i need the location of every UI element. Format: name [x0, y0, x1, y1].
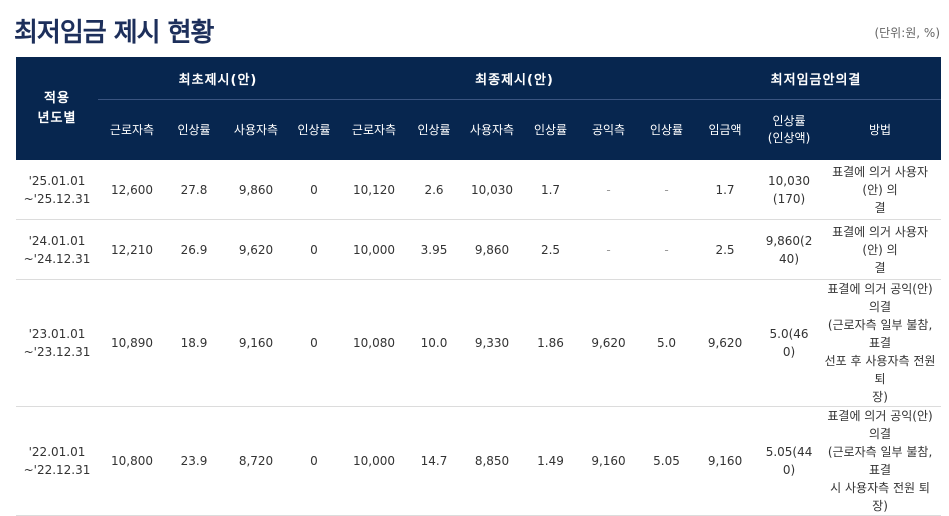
method-cell: 표결에 의거 공익(안) 의결 (근로자측 일부 불참, 표결 시 사용자측 전원 …: [819, 406, 942, 516]
rate-amount-cell: 10,030 (170): [759, 160, 820, 220]
init-employer-cell: 9,620: [222, 219, 290, 280]
rate-amount-cell: 5.0(46 0): [759, 279, 820, 407]
header-final-labor: 근로자측: [338, 99, 410, 160]
init-employer-rate-cell: 0: [290, 219, 338, 280]
wage-cell: 2.5: [691, 219, 760, 280]
header-final-public: 공익측: [575, 99, 642, 160]
final-employer-rate-cell: 1.49: [526, 406, 575, 516]
final-employer-cell: 10,030: [458, 160, 526, 220]
method-cell: 표결에 의거 사용자(안) 의결: [819, 219, 942, 280]
init-employer-cell: 9,160: [222, 279, 290, 407]
header-period: 적용 년도별: [16, 57, 98, 160]
final-labor-cell: 10,120: [338, 160, 410, 220]
method-cell: 표결에 의거 사용자(안) 의결: [819, 160, 942, 220]
final-public-cell: 9,620: [575, 279, 642, 407]
init-labor-cell: 12,210: [98, 219, 166, 280]
final-labor-rate-cell: 14.7: [410, 406, 458, 516]
final-employer-cell: 9,860: [458, 219, 526, 280]
header-init-employer: 사용자측: [222, 99, 290, 160]
header-period-line1: 적용: [44, 90, 70, 106]
final-labor-rate-cell: 2.6: [410, 160, 458, 220]
header-group-initial: 최초제시(안): [98, 57, 338, 100]
final-employer-rate-cell: 1.7: [526, 160, 575, 220]
init-labor-rate-cell: 27.8: [166, 160, 222, 220]
period-cell: '25.01.01 ~'25.12.31: [16, 160, 98, 220]
period-cell: '23.01.01 ~'23.12.31: [16, 279, 98, 407]
init-employer-cell: 8,720: [222, 406, 290, 516]
final-public-rate-cell: 5.0: [642, 279, 692, 407]
header-init-employer-rate: 인상률: [290, 99, 338, 160]
header-rate-amount-line1: 인상률: [772, 114, 806, 128]
table-row: '23.01.01 ~'23.12.31 10,890 18.9 9,160 0 …: [16, 279, 942, 407]
header-final-employer: 사용자측: [458, 99, 526, 160]
minimum-wage-table: 적용 년도별 최초제시(안) 최종제시(안) 최저임금안의결 근로자측 인상률 …: [16, 57, 942, 516]
method-cell: 표결에 의거 공익(안) 의결 (근로자측 일부 불참, 표결 선포 후 사용자측 …: [819, 279, 942, 407]
final-public-cell: -: [575, 160, 642, 220]
init-labor-rate-cell: 23.9: [166, 406, 222, 516]
header-method: 방법: [819, 99, 942, 160]
final-public-rate-cell: -: [642, 219, 692, 280]
final-employer-rate-cell: 1.86: [526, 279, 575, 407]
period-cell: '22.01.01 ~'22.12.31: [16, 406, 98, 516]
final-labor-rate-cell: 10.0: [410, 279, 458, 407]
header-final-employer-rate: 인상률: [526, 99, 575, 160]
wage-cell: 9,160: [691, 406, 760, 516]
final-labor-cell: 10,080: [338, 279, 410, 407]
final-employer-cell: 8,850: [458, 406, 526, 516]
init-employer-rate-cell: 0: [290, 279, 338, 407]
rate-amount-cell: 5.05(44 0): [759, 406, 820, 516]
table-row: '24.01.01 ~'24.12.31 12,210 26.9 9,620 0 …: [16, 219, 942, 280]
rate-amount-cell: 9,860(2 40): [759, 219, 820, 280]
header-rate-amount-line2: (인상액): [767, 131, 811, 145]
wage-cell: 1.7: [691, 160, 760, 220]
header-row-columns: 근로자측 인상률 사용자측 인상률 근로자측 인상률 사용자측 인상률 공익측 …: [16, 99, 942, 160]
header-final-labor-rate: 인상률: [410, 99, 458, 160]
period-cell: '24.01.01 ~'24.12.31: [16, 219, 98, 280]
final-labor-cell: 10,000: [338, 219, 410, 280]
header-group-decision: 최저임금안의결: [691, 57, 942, 100]
final-labor-rate-cell: 3.95: [410, 219, 458, 280]
header-init-labor-rate: 인상률: [166, 99, 222, 160]
init-labor-cell: 10,800: [98, 406, 166, 516]
table-row: '25.01.01 ~'25.12.31 12,600 27.8 9,860 0 …: [16, 160, 942, 220]
final-public-cell: -: [575, 219, 642, 280]
final-employer-rate-cell: 2.5: [526, 219, 575, 280]
init-labor-cell: 10,890: [98, 279, 166, 407]
final-public-rate-cell: 5.05: [642, 406, 692, 516]
header-rate-amount: 인상률 (인상액): [759, 99, 820, 160]
wage-cell: 9,620: [691, 279, 760, 407]
init-labor-rate-cell: 18.9: [166, 279, 222, 407]
final-labor-cell: 10,000: [338, 406, 410, 516]
init-employer-cell: 9,860: [222, 160, 290, 220]
init-labor-cell: 12,600: [98, 160, 166, 220]
final-public-rate-cell: -: [642, 160, 692, 220]
header-period-line2: 년도별: [37, 110, 77, 126]
unit-label: (단위:원, %): [874, 26, 940, 40]
final-employer-cell: 9,330: [458, 279, 526, 407]
header-init-labor: 근로자측: [98, 99, 166, 160]
header-final-public-rate: 인상률: [642, 99, 692, 160]
final-public-cell: 9,160: [575, 406, 642, 516]
init-employer-rate-cell: 0: [290, 406, 338, 516]
init-labor-rate-cell: 26.9: [166, 219, 222, 280]
header-row-groups: 적용 년도별 최초제시(안) 최종제시(안) 최저임금안의결: [16, 57, 942, 160]
page-title: 최저임금 제시 현황: [14, 18, 214, 48]
init-employer-rate-cell: 0: [290, 160, 338, 220]
table-row: '22.01.01 ~'22.12.31 10,800 23.9 8,720 0 …: [16, 406, 942, 516]
header-group-final: 최종제시(안): [338, 57, 692, 100]
header-wage: 임금액: [691, 99, 760, 160]
